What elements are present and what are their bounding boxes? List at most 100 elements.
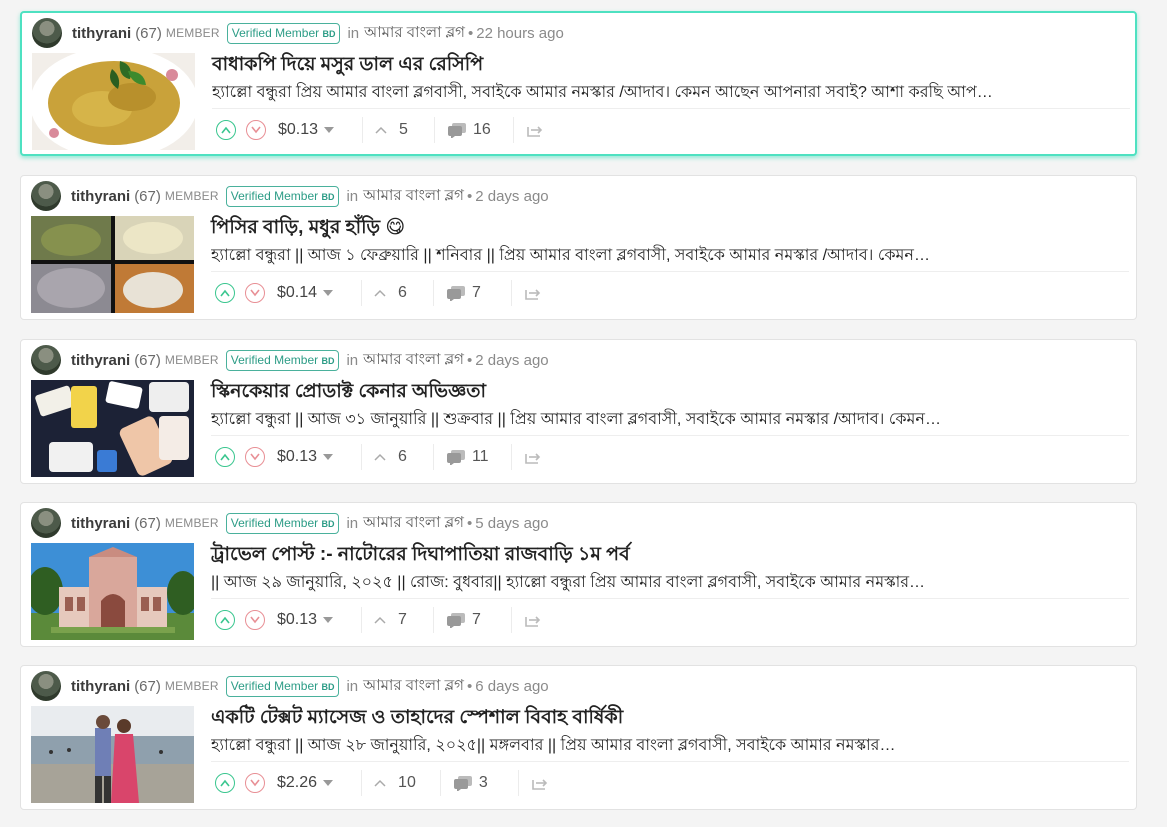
- post-title[interactable]: স্কিনকেয়ার প্রোডাক্ট কেনার অভিজ্ঞতা: [211, 377, 486, 409]
- post-thumbnail[interactable]: [31, 380, 194, 477]
- votes-group[interactable]: 6: [361, 444, 407, 470]
- avatar[interactable]: [31, 181, 61, 211]
- caret-down-icon[interactable]: [324, 127, 335, 133]
- chevron-up-icon: [374, 289, 386, 297]
- reputation: (67): [135, 24, 162, 42]
- reblog-icon: [524, 453, 540, 464]
- avatar[interactable]: [31, 508, 61, 538]
- avatar[interactable]: [32, 18, 62, 48]
- downvote-button[interactable]: [245, 610, 265, 630]
- vote-count: 6: [398, 284, 407, 301]
- votes-group[interactable]: 7: [361, 607, 407, 633]
- reblog-group[interactable]: [510, 607, 542, 633]
- votes-group[interactable]: 6: [361, 280, 407, 306]
- upvote-button[interactable]: [215, 610, 235, 630]
- author-link[interactable]: tithyrani: [71, 515, 130, 532]
- comments-group[interactable]: 7: [432, 280, 481, 306]
- caret-down-icon[interactable]: [323, 780, 334, 786]
- timestamp[interactable]: 2 days ago: [475, 188, 548, 205]
- post-thumbnail[interactable]: [31, 706, 194, 803]
- downvote-button[interactable]: [245, 447, 265, 467]
- upvote-button[interactable]: [216, 120, 236, 140]
- post-card[interactable]: tithyrani (67) MEMBER Verified Member BD…: [20, 11, 1137, 156]
- comments-icon: [446, 613, 465, 628]
- payout-value[interactable]: $0.13: [278, 121, 318, 139]
- downvote-button[interactable]: [245, 773, 265, 793]
- timestamp[interactable]: 2 days ago: [475, 352, 548, 369]
- post-title[interactable]: বাধাকপি দিয়ে মসুর ডাল এর রেসিপি: [212, 50, 483, 82]
- author-link[interactable]: tithyrani: [71, 352, 130, 369]
- verified-badge: Verified Member BD: [225, 675, 340, 697]
- post-excerpt[interactable]: হ্যাল্লো বন্ধুরা || আজ ২৮ জানুয়ারি, ২০২…: [211, 732, 1131, 759]
- post-card[interactable]: tithyrani (67) MEMBER Verified Member BD…: [20, 175, 1137, 320]
- skincare-image-icon: [31, 380, 194, 477]
- payout-value[interactable]: $0.13: [277, 611, 317, 629]
- upvote-button[interactable]: [215, 447, 235, 467]
- post-actions: $0.13 7 7: [215, 607, 542, 633]
- upvote-button[interactable]: [215, 773, 235, 793]
- timestamp[interactable]: 22 hours ago: [476, 25, 564, 42]
- reblog-group[interactable]: [517, 770, 549, 796]
- comments-icon: [447, 123, 466, 138]
- post-excerpt[interactable]: || আজ ২৯ জানুয়ারি, ২০২৫ || রোজ: বুধবার|…: [211, 569, 1131, 596]
- post-actions: $0.14 6 7: [215, 280, 542, 306]
- vote-group: $0.14: [215, 280, 334, 306]
- community-link[interactable]: আমার বাংলা ব্লগ: [363, 184, 464, 209]
- comments-icon: [446, 450, 465, 465]
- post-excerpt[interactable]: হ্যাল্লো বন্ধুরা প্রিয় আমার বাংলা ব্লগব…: [212, 79, 1132, 106]
- comments-group[interactable]: 16: [433, 117, 491, 143]
- curry-image-icon: [32, 53, 195, 150]
- community-link[interactable]: আমার বাংলা ব্লগ: [363, 511, 464, 536]
- community-link[interactable]: আমার বাংলা ব্লগ: [363, 674, 464, 699]
- timestamp[interactable]: 6 days ago: [475, 678, 548, 695]
- vote-count: 7: [398, 611, 407, 628]
- post-title[interactable]: একটি টেক্সট ম্যাসেজ ও তাহাদের স্পেশাল বি…: [211, 703, 623, 735]
- comments-group[interactable]: 3: [439, 770, 488, 796]
- payout-value[interactable]: $0.14: [277, 284, 317, 302]
- author-link[interactable]: tithyrani: [71, 188, 130, 205]
- community-link[interactable]: আমার বাংলা ব্লগ: [364, 21, 465, 46]
- caret-down-icon[interactable]: [323, 617, 334, 623]
- avatar[interactable]: [31, 671, 61, 701]
- timestamp[interactable]: 5 days ago: [475, 515, 548, 532]
- downvote-button[interactable]: [246, 120, 266, 140]
- post-thumbnail[interactable]: [32, 53, 195, 150]
- post-title[interactable]: পিসির বাড়ি, মধুর হাঁড়ি 😋: [211, 213, 405, 245]
- votes-group[interactable]: 5: [362, 117, 408, 143]
- badge-suffix: BD: [322, 28, 336, 39]
- avatar[interactable]: [31, 345, 61, 375]
- payout-value[interactable]: $2.26: [277, 774, 317, 792]
- upvote-button[interactable]: [215, 283, 235, 303]
- post-thumbnail[interactable]: [31, 216, 194, 313]
- reblog-icon: [525, 616, 540, 627]
- post-card[interactable]: tithyrani (67) MEMBER Verified Member BD…: [20, 502, 1137, 647]
- post-title[interactable]: ট্রাভেল পোস্ট :- নাটোরের দিঘাপাতিয়া রাজ…: [211, 540, 630, 572]
- badge-text: Verified Member: [230, 515, 319, 530]
- reblog-group[interactable]: [512, 117, 544, 143]
- badge-suffix: BD: [321, 355, 335, 366]
- downvote-button[interactable]: [245, 283, 265, 303]
- vote-count: 6: [398, 448, 407, 465]
- reblog-group[interactable]: [510, 444, 542, 470]
- post-card[interactable]: tithyrani (67) MEMBER Verified Member BD…: [20, 339, 1137, 484]
- comments-icon: [446, 286, 465, 301]
- post-excerpt[interactable]: হ্যাল্লো বন্ধুরা || আজ ৩১ জানুয়ারি || শ…: [211, 406, 1131, 433]
- reblog-group[interactable]: [510, 280, 542, 306]
- author-link[interactable]: tithyrani: [71, 678, 130, 695]
- votes-group[interactable]: 10: [361, 770, 416, 796]
- author-link[interactable]: tithyrani: [72, 25, 131, 42]
- bullet: •: [466, 187, 473, 205]
- caret-down-icon[interactable]: [323, 290, 334, 296]
- vote-group: $0.13: [215, 444, 334, 470]
- post-card[interactable]: tithyrani (67) MEMBER Verified Member BD…: [20, 665, 1137, 810]
- community-link[interactable]: আমার বাংলা ব্লগ: [363, 348, 464, 373]
- reputation: (67): [134, 514, 161, 532]
- verified-badge: Verified Member BD: [225, 512, 340, 534]
- comments-group[interactable]: 11: [432, 444, 489, 470]
- payout-value[interactable]: $0.13: [277, 448, 317, 466]
- caret-down-icon[interactable]: [323, 454, 334, 460]
- in-label: in: [346, 187, 359, 205]
- post-thumbnail[interactable]: [31, 543, 194, 640]
- post-excerpt[interactable]: হ্যাল্লো বন্ধুরা || আজ ১ ফেব্রুয়ারি || …: [211, 242, 1131, 269]
- comments-group[interactable]: 7: [432, 607, 481, 633]
